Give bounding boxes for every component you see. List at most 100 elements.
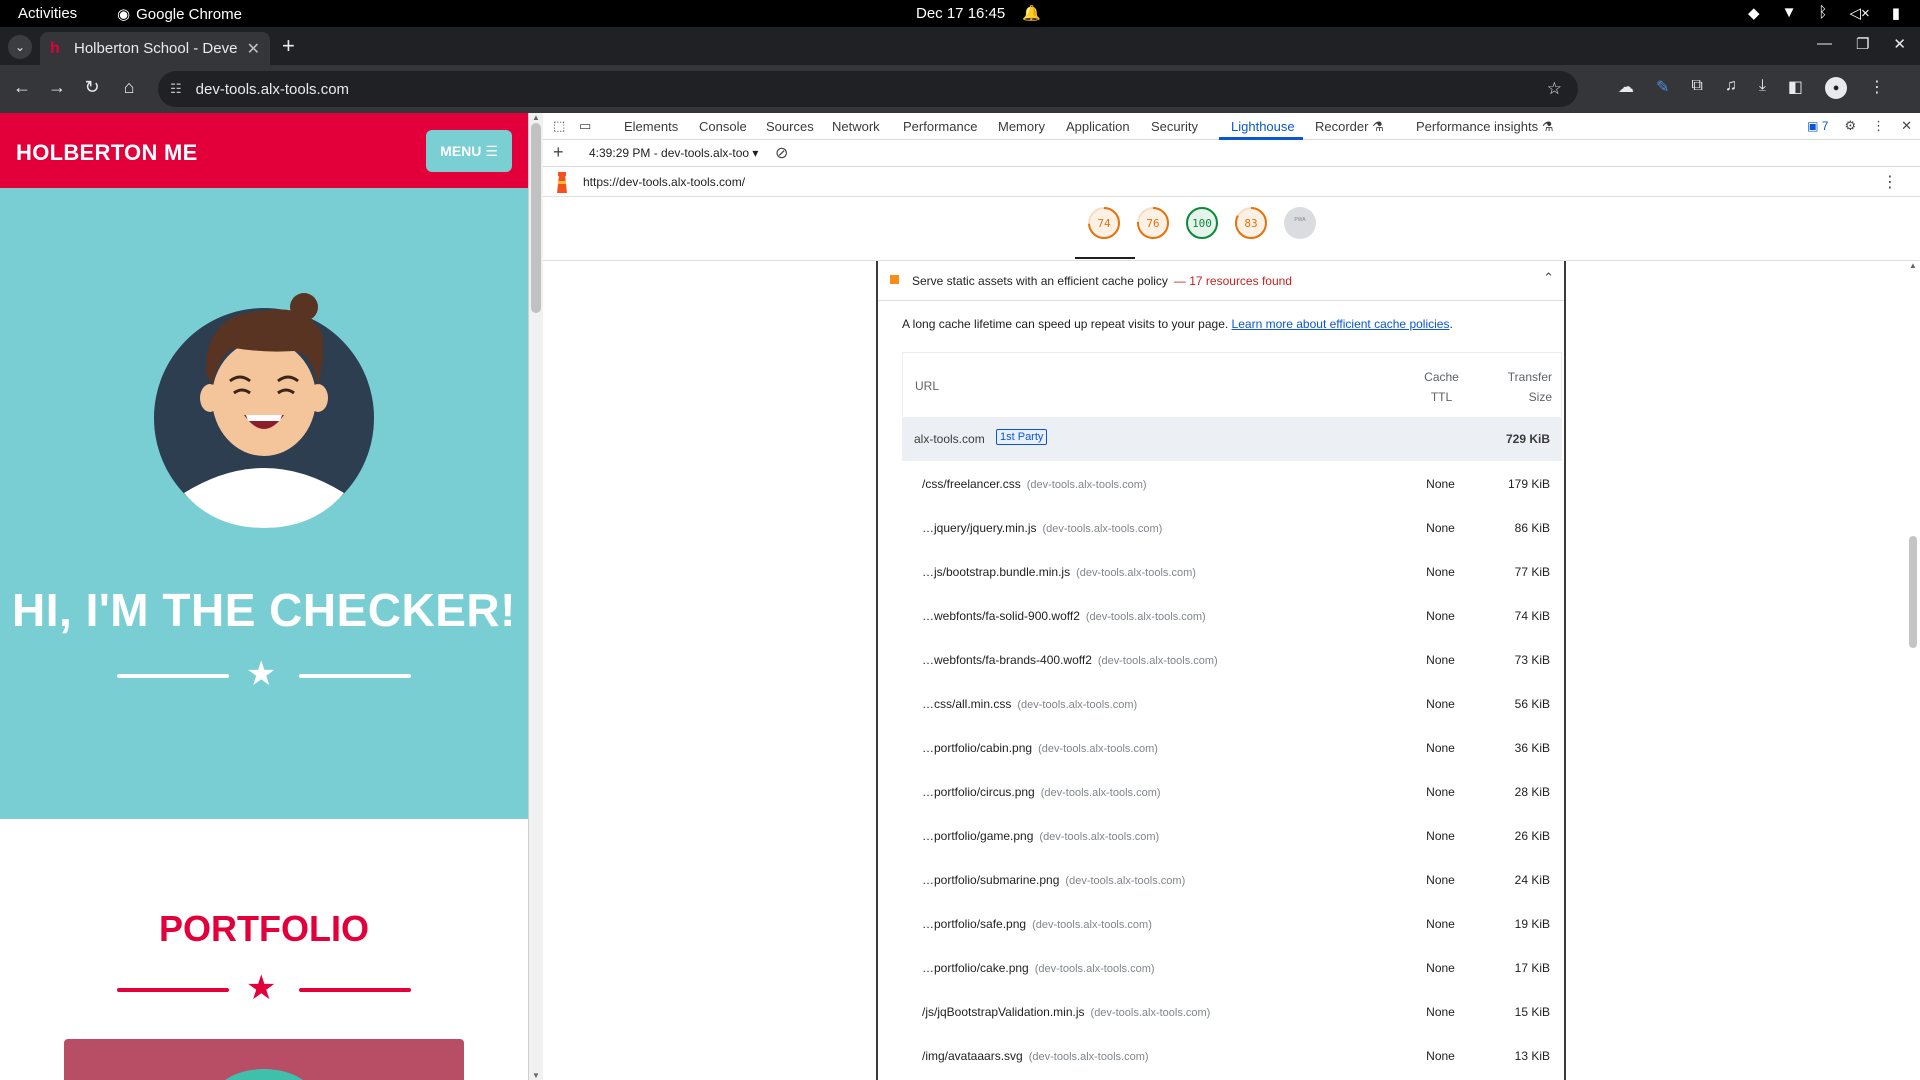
resource-url[interactable]: …portfolio/submarine.png (dev-tools.alx-t… [922, 873, 1185, 887]
seo-score-gauge[interactable]: 83 [1234, 206, 1268, 240]
tab-network[interactable]: Network [832, 119, 880, 134]
chrome-icon: ◉ [117, 6, 131, 23]
resource-path: …css/all.min.css [922, 697, 1012, 711]
tab-lighthouse[interactable]: Lighthouse [1231, 119, 1295, 134]
activities-button[interactable]: Activities [18, 5, 77, 22]
page-scrollbar[interactable]: ▲ ▼ [528, 113, 543, 1080]
tab-security[interactable]: Security [1151, 119, 1198, 134]
browser-tab[interactable]: h Holberton School - Deve ✕ [40, 32, 270, 65]
table-row: …portfolio/safe.png (dev-tools.alx-tools.… [902, 901, 1562, 945]
resource-transfer-size: 86 KiB [1514, 521, 1550, 535]
best-practices-score-gauge[interactable]: 100 [1185, 206, 1219, 240]
profile-avatar-icon[interactable]: ● [1825, 77, 1848, 99]
issues-badge[interactable]: ▣ 7 [1807, 119, 1828, 133]
extensions-puzzle-icon[interactable]: ⧉ [1691, 77, 1702, 99]
media-controls-icon[interactable]: ♫ [1725, 77, 1737, 99]
system-tray[interactable]: ◆ ▼ ᛒ ◁× ▮ [1748, 4, 1900, 22]
resource-url[interactable]: /js/jqBootstrapValidation.min.js (dev-too… [922, 1005, 1210, 1019]
resource-url[interactable]: …portfolio/safe.png (dev-tools.alx-tools.… [922, 917, 1152, 931]
tab-recorder[interactable]: Recorder ⚗ [1315, 119, 1384, 135]
resource-cache-ttl: None [1426, 873, 1455, 887]
accessibility-score-gauge[interactable]: 76 [1136, 206, 1170, 240]
tab-sources[interactable]: Sources [766, 119, 814, 134]
browser-toolbar: ← → ↻ ⌂ ☷ dev-tools.alx-tools.com ☆ ☁ ✎ … [0, 65, 1920, 113]
resource-transfer-size: 73 KiB [1514, 653, 1550, 667]
scroll-down-icon[interactable]: ▼ [532, 1071, 540, 1080]
tab-performance-insights[interactable]: Performance insights ⚗ [1416, 119, 1553, 135]
site-brand[interactable]: HOLBERTON ME [16, 140, 198, 166]
devtools-menu-icon[interactable]: ⋮ [1872, 118, 1885, 134]
bookmark-star-icon[interactable]: ☆ [1547, 79, 1562, 99]
settings-gear-icon[interactable]: ⚙ [1844, 118, 1856, 134]
clear-reports-icon[interactable]: ⊘ [775, 143, 788, 163]
device-toolbar-icon[interactable]: ▭ [579, 118, 591, 134]
new-tab-button[interactable]: + [282, 35, 295, 57]
resource-url[interactable]: …portfolio/cake.png (dev-tools.alx-tools.… [922, 961, 1155, 975]
menu-button[interactable]: MENU ☰ [426, 130, 512, 172]
resource-url[interactable]: …js/bootstrap.bundle.min.js (dev-tools.al… [922, 565, 1196, 579]
resource-url[interactable]: …portfolio/cabin.png (dev-tools.alx-tools… [922, 741, 1158, 755]
close-window-button[interactable]: ✕ [1893, 35, 1906, 53]
home-icon[interactable]: ⌂ [117, 77, 141, 98]
pwa-score-gauge[interactable]: PWA [1283, 206, 1317, 240]
resource-url[interactable]: …css/all.min.css (dev-tools.alx-tools.com… [922, 697, 1137, 711]
extension-edit-icon[interactable]: ✎ [1656, 77, 1669, 99]
back-arrow-icon[interactable]: ← [10, 77, 34, 98]
resource-transfer-size: 13 KiB [1514, 1049, 1550, 1063]
forward-arrow-icon[interactable]: → [45, 77, 69, 98]
table-row: …webfonts/fa-brands-400.woff2 (dev-tools.… [902, 637, 1562, 681]
chevron-up-icon[interactable]: ⌃ [1543, 270, 1554, 286]
resource-host: (dev-tools.alx-tools.com) [1085, 611, 1206, 623]
report-menu-icon[interactable]: ⋮ [1882, 172, 1898, 192]
extension-cloud-icon[interactable]: ☁ [1618, 77, 1634, 99]
downloads-icon[interactable]: ⤓ [1759, 77, 1766, 99]
performance-score-gauge[interactable]: 74 [1087, 206, 1121, 240]
audit-header[interactable]: Serve static assets with an efficient ca… [878, 261, 1564, 301]
cache-policy-audit: Serve static assets with an efficient ca… [876, 261, 1566, 1080]
volume-muted-icon: ◁× [1849, 5, 1870, 22]
address-bar[interactable]: ☷ dev-tools.alx-tools.com ☆ [158, 71, 1578, 107]
resource-url[interactable]: …webfonts/fa-solid-900.woff2 (dev-tools.a… [922, 609, 1206, 623]
resource-url[interactable]: …portfolio/circus.png (dev-tools.alx-tool… [922, 785, 1161, 799]
minimize-button[interactable]: — [1817, 35, 1832, 53]
app-menu[interactable]: ◉ Google Chrome [117, 5, 242, 24]
tab-search-button[interactable]: ⌄ [8, 35, 32, 59]
site-info-icon[interactable]: ☷ [170, 81, 182, 97]
report-selector[interactable]: 4:39:29 PM - dev-tools.alx-too ▾ [589, 146, 758, 160]
resource-transfer-size: 26 KiB [1514, 829, 1550, 843]
resource-url[interactable]: …portfolio/game.png (dev-tools.alx-tools.… [922, 829, 1159, 843]
portfolio-card[interactable] [64, 1039, 464, 1080]
resource-url[interactable]: …webfonts/fa-brands-400.woff2 (dev-tools.… [922, 653, 1218, 667]
resource-url[interactable]: /img/avataaars.svg (dev-tools.alx-tools.c… [922, 1049, 1149, 1063]
report-url[interactable]: https://dev-tools.alx-tools.com/ [583, 175, 745, 189]
scroll-up-icon[interactable]: ▲ [1909, 261, 1917, 270]
resource-url[interactable]: /css/freelancer.css (dev-tools.alx-tools.… [922, 477, 1147, 491]
site-navbar: HOLBERTON ME MENU ☰ [0, 113, 528, 188]
resource-path: …portfolio/game.png [922, 829, 1034, 843]
scroll-up-icon[interactable]: ▲ [532, 113, 540, 122]
chrome-menu-icon[interactable]: ⋮ [1869, 77, 1885, 99]
devtools-right-actions: ▣ 7 ⚙ ⋮ ✕ [1807, 118, 1912, 134]
tab-console[interactable]: Console [699, 119, 747, 134]
close-tab-icon[interactable]: ✕ [247, 39, 260, 59]
star-icon: ★ [246, 655, 277, 693]
restore-button[interactable]: ❐ [1856, 35, 1869, 53]
page-scroll-thumb[interactable] [531, 123, 541, 313]
resource-url[interactable]: …jquery/jquery.min.js (dev-tools.alx-tool… [922, 521, 1162, 535]
close-devtools-icon[interactable]: ✕ [1901, 118, 1912, 134]
devtools-scrollbar[interactable]: ▲ [1906, 261, 1920, 1080]
tab-elements[interactable]: Elements [624, 119, 678, 134]
tab-application[interactable]: Application [1066, 119, 1130, 134]
resource-cache-ttl: None [1426, 521, 1455, 535]
clock[interactable]: Dec 17 16:45 [916, 5, 1005, 22]
resource-transfer-size: 74 KiB [1514, 609, 1550, 623]
devtools-scroll-thumb[interactable] [1909, 536, 1917, 648]
side-panel-icon[interactable]: ◧ [1788, 77, 1803, 99]
tab-performance[interactable]: Performance [903, 119, 977, 134]
tab-memory[interactable]: Memory [998, 119, 1045, 134]
devtools-splitter[interactable] [528, 113, 529, 1080]
new-report-plus-icon[interactable]: + [553, 143, 564, 161]
learn-more-link[interactable]: Learn more about efficient cache policie… [1232, 317, 1450, 331]
reload-icon[interactable]: ↻ [80, 77, 104, 98]
inspect-element-icon[interactable]: ⬚ [553, 118, 565, 134]
